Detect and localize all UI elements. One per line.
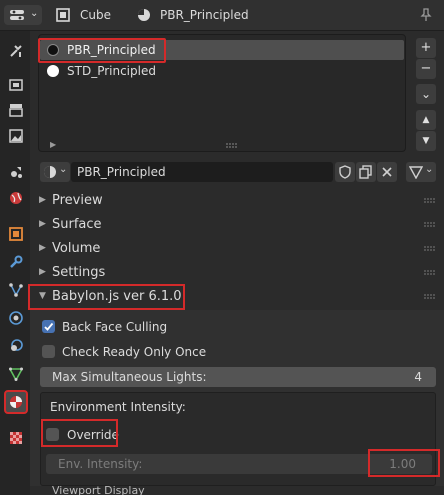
check-ready-only-once-checkbox[interactable]: Check Ready Only Once xyxy=(40,344,206,360)
chevron-down-icon: ⌄ xyxy=(30,8,39,19)
highlight-box xyxy=(41,419,118,447)
material-preview-icon xyxy=(47,65,59,77)
tab-world[interactable] xyxy=(4,186,28,210)
tab-modifiers[interactable] xyxy=(4,250,28,274)
max-lights-value: 4 xyxy=(414,370,422,384)
panel-viewport-display-partial[interactable]: Viewport Display xyxy=(30,486,444,495)
tab-view-layer[interactable] xyxy=(4,124,28,148)
material-icon xyxy=(138,9,150,21)
tab-constraints[interactable] xyxy=(4,334,28,358)
collapsed-arrow-icon: ▶ xyxy=(39,219,46,229)
material-browse-icon xyxy=(44,166,56,178)
resize-grip-icon[interactable] xyxy=(226,143,238,149)
tab-tool[interactable] xyxy=(4,39,28,63)
image-icon xyxy=(9,129,23,143)
link-type-button[interactable]: ⌄ xyxy=(406,162,436,182)
checker-texture-icon xyxy=(10,432,22,444)
checkbox-checked xyxy=(42,320,55,333)
material-slot-row[interactable]: STD_Principled xyxy=(40,61,404,81)
tab-texture[interactable] xyxy=(4,426,28,450)
drag-grip-icon[interactable] xyxy=(424,198,436,204)
add-slot-button[interactable]: + xyxy=(416,38,436,58)
tab-physics[interactable] xyxy=(4,306,28,330)
mesh-data-icon xyxy=(9,367,23,381)
render-icon xyxy=(9,79,23,91)
constraint-icon xyxy=(11,339,23,351)
unlink-material-button[interactable] xyxy=(377,162,397,182)
editor-type-button[interactable]: ⌄ xyxy=(4,5,42,25)
shield-icon xyxy=(339,165,351,179)
drag-grip-icon[interactable] xyxy=(424,246,436,252)
chevron-down-icon: ⌄ xyxy=(59,164,68,175)
close-icon xyxy=(382,167,392,177)
checkmark-icon xyxy=(44,322,54,331)
tab-render[interactable] xyxy=(4,72,28,96)
drag-grip-icon[interactable] xyxy=(424,222,436,228)
slot-specials-menu-button[interactable]: ⌄ xyxy=(416,84,436,104)
highlight-box xyxy=(28,284,185,310)
material-tab-icon xyxy=(10,396,22,408)
properties-editor-icon xyxy=(10,10,24,20)
tab-material[interactable] xyxy=(4,390,28,414)
panel-settings[interactable]: ▶ Settings xyxy=(30,261,444,285)
collapsed-arrow-icon: ▶ xyxy=(39,195,46,205)
panel-surface[interactable]: ▶ Surface xyxy=(30,213,444,237)
mesh-data-icon xyxy=(409,166,423,179)
particles-icon xyxy=(9,283,23,297)
highlight-box xyxy=(368,449,440,477)
properties-tab-bar xyxy=(0,31,30,495)
tab-output[interactable] xyxy=(4,98,28,122)
move-slot-up-button[interactable]: ▲ xyxy=(416,110,436,130)
browse-material-button[interactable]: ⌄ xyxy=(40,162,70,182)
checkbox-unchecked xyxy=(42,345,55,358)
environment-intensity-title: Environment Intensity: xyxy=(50,400,186,414)
world-icon xyxy=(10,192,22,204)
object-props-icon xyxy=(9,227,23,241)
duplicate-material-button[interactable] xyxy=(356,162,376,182)
back-face-culling-checkbox[interactable]: Back Face Culling xyxy=(40,319,170,335)
material-name-field[interactable]: PBR_Principled xyxy=(71,162,333,182)
object-name: Cube xyxy=(80,8,111,22)
drag-grip-icon[interactable] xyxy=(424,270,436,276)
collapsed-arrow-icon: ▶ xyxy=(39,243,46,253)
scene-icon xyxy=(11,167,22,178)
max-simultaneous-lights-field[interactable]: Max Simultaneous Lights: 4 xyxy=(40,367,436,387)
collapsed-arrow-icon: ▶ xyxy=(39,267,46,277)
expand-list-icon[interactable]: ▶ xyxy=(50,140,56,149)
remove-slot-button[interactable]: − xyxy=(416,59,436,79)
drag-grip-icon[interactable] xyxy=(424,294,436,300)
material-breadcrumb: PBR_Principled xyxy=(160,8,249,22)
tab-scene[interactable] xyxy=(4,160,28,184)
panel-preview[interactable]: ▶ Preview xyxy=(30,189,444,213)
panel-volume[interactable]: ▶ Volume xyxy=(30,237,444,261)
object-icon xyxy=(56,8,70,22)
tab-object[interactable] xyxy=(4,222,28,246)
copy-icon xyxy=(359,165,372,179)
pin-icon[interactable] xyxy=(419,8,433,22)
highlight-box xyxy=(38,38,166,63)
chevron-down-icon: ⌄ xyxy=(425,164,434,175)
physics-icon xyxy=(9,311,23,325)
tab-object-data[interactable] xyxy=(4,362,28,386)
move-slot-down-button[interactable]: ▼ xyxy=(416,131,436,151)
wrench-icon xyxy=(10,255,23,268)
material-slot-name: STD_Principled xyxy=(67,64,156,78)
tab-particles[interactable] xyxy=(4,278,28,302)
tool-icon xyxy=(10,45,22,57)
fake-user-button[interactable] xyxy=(335,162,355,182)
printer-icon xyxy=(9,104,23,117)
properties-header: ⌄ Cube PBR_Principled xyxy=(0,0,444,31)
